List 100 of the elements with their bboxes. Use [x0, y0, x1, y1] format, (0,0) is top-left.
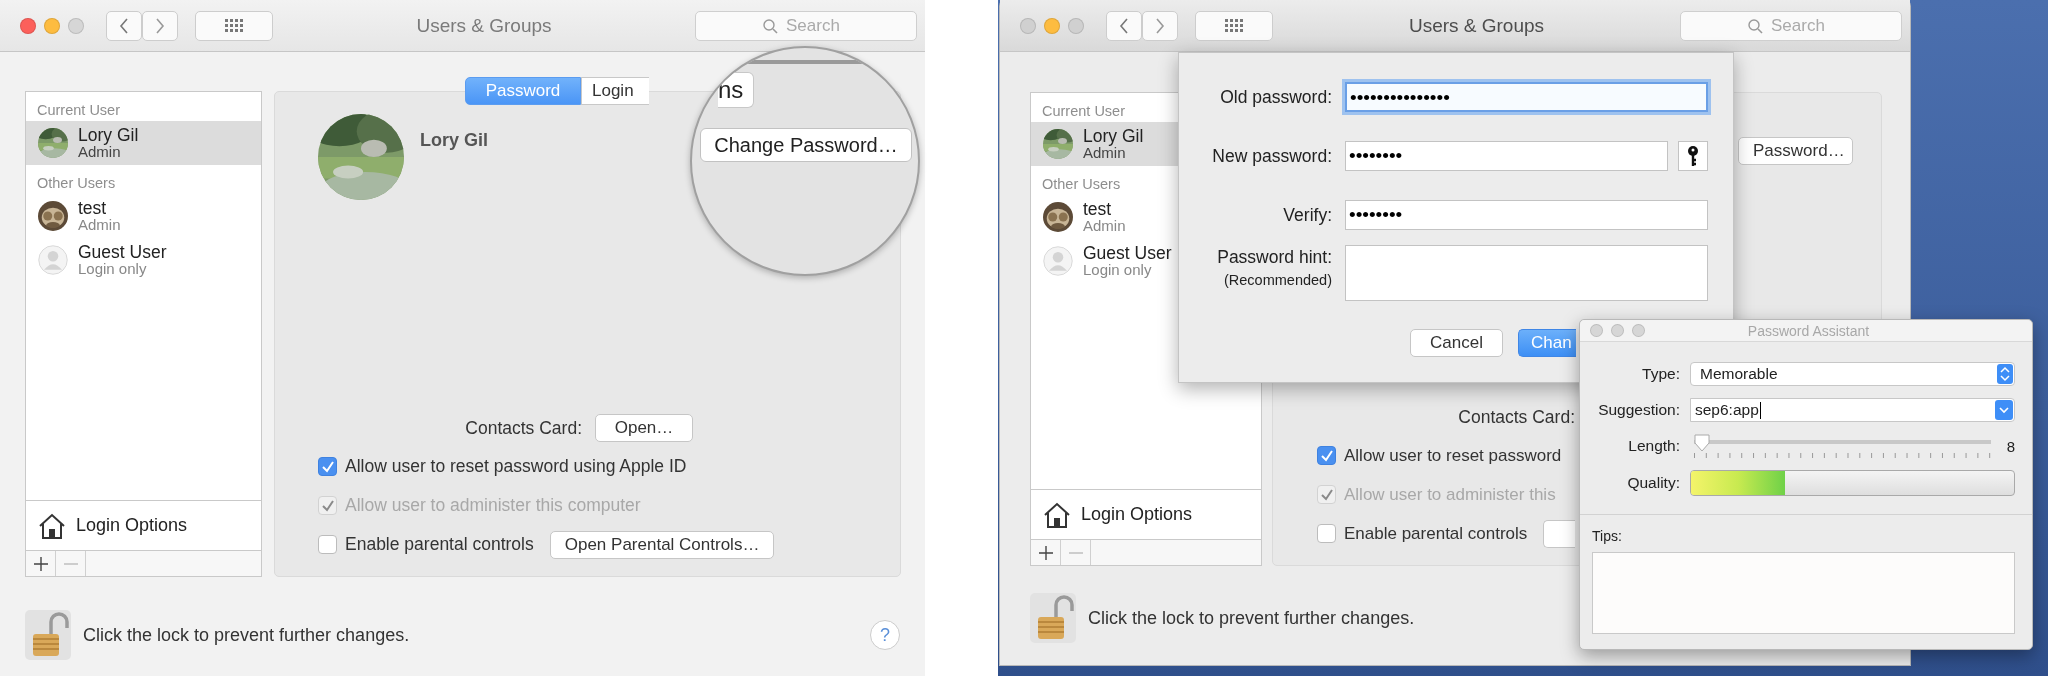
user-item[interactable]: test Admin	[26, 194, 261, 238]
user-name: test	[1083, 199, 1113, 219]
house-icon	[1043, 500, 1071, 529]
lock-message: Click the lock to prevent further changes.	[1088, 607, 1415, 629]
grid-icon	[225, 18, 243, 33]
checkbox-label: Allow user to administer this computer	[345, 495, 641, 516]
plus-icon	[1038, 545, 1053, 560]
field-label: Contacts Card:	[1457, 406, 1575, 428]
suggestion-combo-box[interactable]: sep6:app	[1690, 398, 2015, 422]
window-control[interactable]	[1632, 324, 1645, 337]
window-control[interactable]	[1590, 324, 1603, 337]
password-field[interactable]: ••••••••	[1345, 141, 1668, 171]
user-role: Login only	[78, 261, 148, 278]
chevron-right-icon	[1155, 17, 1165, 34]
search-icon	[763, 18, 778, 34]
user-name: Guest User	[78, 242, 167, 262]
window-control[interactable]	[1044, 17, 1060, 34]
checkbox-label: Allow user to administer this	[1344, 484, 1556, 505]
plus-icon	[33, 556, 48, 571]
house-icon	[38, 511, 66, 540]
key-button[interactable]	[1678, 141, 1708, 171]
grid-icon	[1225, 18, 1243, 33]
password-field[interactable]: ••••••••	[1345, 200, 1708, 230]
window-title: Users & Groups	[1408, 14, 1545, 36]
user-name: Lory Gil	[78, 125, 139, 145]
stepper-icon	[1997, 364, 2013, 384]
checkbox-label: Enable parental controls	[345, 534, 534, 555]
show-all-button[interactable]	[195, 10, 273, 41]
change-password-button[interactable]: Change Password…	[700, 128, 912, 162]
user-name: Lory Gil	[420, 130, 488, 151]
checkbox-label: Allow user to reset password using Apple ID	[345, 456, 687, 477]
checkbox-label: Enable parental controls	[1344, 523, 1528, 544]
window-control[interactable]	[20, 17, 36, 34]
window-title: Users & Groups	[416, 14, 552, 36]
checkbox[interactable]	[318, 457, 337, 476]
key-icon	[1687, 145, 1699, 167]
field-label: Suggestion:	[1597, 401, 1680, 419]
user-name: Lory Gil	[1083, 126, 1144, 146]
section-header: Current User	[36, 101, 121, 120]
open-button[interactable]: Open…	[595, 414, 693, 442]
type-popup[interactable]: Memorable	[1690, 362, 2015, 386]
button-edge[interactable]	[1543, 519, 1576, 548]
checkbox[interactable]	[318, 535, 337, 554]
field-label: Contacts Card:	[464, 417, 582, 439]
hint-field[interactable]	[1345, 245, 1708, 301]
user-item[interactable]: Lory Gil Admin	[26, 121, 261, 165]
parental-controls-button[interactable]: Open Parental Controls…	[549, 530, 775, 559]
field-label: Password hint:	[1217, 247, 1332, 268]
search-icon	[1748, 18, 1763, 34]
user-name: test	[78, 198, 108, 218]
chevron-right-icon	[155, 17, 165, 34]
show-all-button[interactable]	[1195, 10, 1273, 41]
window-control[interactable]	[44, 17, 60, 34]
user-role: Login only	[1083, 262, 1153, 279]
back-button[interactable]	[106, 10, 142, 41]
search-field[interactable]: Search	[695, 10, 917, 41]
window-control[interactable]	[1611, 324, 1624, 337]
lock-message: Click the lock to prevent further changes.	[83, 624, 410, 646]
field-label: Old password:	[1220, 86, 1332, 108]
user-name: Guest User	[1083, 243, 1172, 263]
checkbox-label: Allow user to reset password	[1344, 445, 1562, 466]
field-label: Type:	[1641, 365, 1680, 383]
minus-icon	[63, 562, 78, 565]
minus-icon	[1068, 551, 1083, 554]
back-button[interactable]	[1106, 10, 1142, 41]
user-role: Admin	[78, 144, 122, 161]
person-icon	[38, 245, 68, 275]
tab[interactable]: Login	[581, 77, 649, 105]
field-note: (Recommended)	[1224, 272, 1332, 288]
section-header: Other Users	[36, 174, 117, 193]
user-role: Admin	[1083, 145, 1127, 162]
field-label: Length:	[1627, 437, 1680, 455]
tab[interactable]: ns	[718, 72, 754, 108]
password-field[interactable]: •••••••••••••••	[1345, 82, 1708, 112]
section-header: Current User	[1041, 102, 1126, 121]
person-icon	[1043, 246, 1073, 276]
window-control[interactable]	[68, 17, 84, 34]
section-header: Other Users	[1041, 175, 1122, 194]
user-role: Admin	[1083, 218, 1126, 235]
chevron-left-icon	[1119, 17, 1129, 34]
field-label: Tips:	[1591, 527, 1623, 544]
user-role: Admin	[78, 217, 121, 234]
window-title: Password Assistant	[1746, 322, 1871, 339]
dialog-button[interactable]: Cancel	[1410, 329, 1503, 357]
length-value: 8	[2006, 437, 2015, 455]
change-password-button[interactable]: Password…	[1738, 137, 1853, 165]
chevron-left-icon	[119, 17, 129, 34]
slider-thumb[interactable]	[1694, 434, 1710, 452]
field-label: Verify:	[1283, 204, 1332, 226]
search-field[interactable]: Search	[1680, 10, 1902, 41]
padlock-icon	[1030, 593, 1076, 643]
window-control[interactable]	[1068, 17, 1084, 34]
user-item[interactable]: Guest User Login only	[26, 238, 261, 282]
field-label: Quality:	[1626, 474, 1680, 492]
forward-button[interactable]	[142, 10, 178, 41]
checkbox[interactable]	[1317, 524, 1336, 543]
padlock-icon	[25, 610, 71, 660]
forward-button[interactable]	[1142, 10, 1178, 41]
window-control[interactable]	[1020, 17, 1036, 34]
checkbox[interactable]	[1317, 446, 1336, 465]
